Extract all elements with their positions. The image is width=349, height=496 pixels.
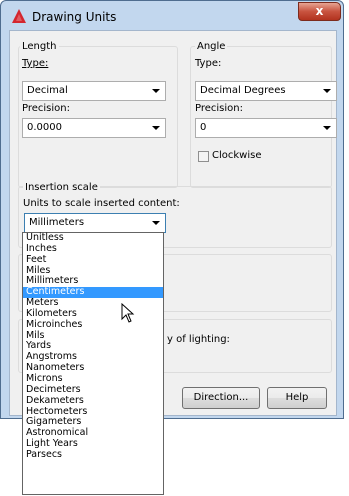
- chevron-down-icon: [323, 126, 331, 130]
- angle-type-value: Decimal Degrees: [200, 85, 286, 96]
- length-group-label: Length: [20, 41, 59, 52]
- autocad-logo-icon: [12, 9, 26, 23]
- close-button[interactable]: x: [298, 2, 341, 21]
- insertion-units-value: Millimeters: [29, 217, 85, 228]
- insertion-scale-label: Insertion scale: [23, 182, 100, 193]
- clockwise-checkbox[interactable]: [198, 151, 209, 162]
- lighting-label: y of lighting:: [167, 334, 230, 345]
- angle-precision-label: Precision:: [195, 103, 243, 114]
- insertion-units-label: Units to scale inserted content:: [23, 198, 180, 209]
- help-button[interactable]: Help: [267, 387, 327, 409]
- direction-button[interactable]: Direction...: [182, 387, 260, 409]
- angle-type-label: Type:: [195, 58, 222, 69]
- dropdown-option[interactable]: Feet: [23, 254, 163, 266]
- length-type-value: Decimal: [27, 85, 68, 96]
- length-type-dropdown[interactable]: Decimal: [22, 81, 166, 101]
- angle-group-label: Angle: [195, 41, 228, 52]
- length-precision-value: 0.0000: [27, 122, 62, 133]
- chevron-down-icon: [152, 221, 160, 225]
- angle-precision-dropdown[interactable]: 0: [195, 118, 337, 138]
- insertion-units-dropdown[interactable]: Millimeters: [24, 213, 166, 233]
- chevron-down-icon: [323, 89, 331, 93]
- insertion-units-dropdown-list[interactable]: Unitless Inches Feet Miles Millimeters Centim…: [22, 232, 164, 495]
- dropdown-option[interactable]: Parsecs: [23, 449, 163, 461]
- chevron-down-icon: [152, 89, 160, 93]
- window-title: Drawing Units: [32, 10, 117, 24]
- dropdown-option[interactable]: Microinches: [23, 319, 163, 331]
- angle-precision-value: 0: [200, 122, 207, 133]
- length-precision-dropdown[interactable]: 0.0000: [22, 118, 166, 138]
- mouse-pointer-icon: [121, 303, 135, 323]
- chevron-down-icon: [152, 126, 160, 130]
- length-precision-label: Precision:: [22, 103, 70, 114]
- clockwise-label[interactable]: Clockwise: [212, 150, 262, 161]
- length-type-label: Type:: [22, 58, 49, 69]
- title-bar[interactable]: Drawing Units x: [1, 1, 343, 29]
- dropdown-option[interactable]: Dekameters: [23, 395, 163, 407]
- angle-type-dropdown[interactable]: Decimal Degrees: [195, 81, 337, 101]
